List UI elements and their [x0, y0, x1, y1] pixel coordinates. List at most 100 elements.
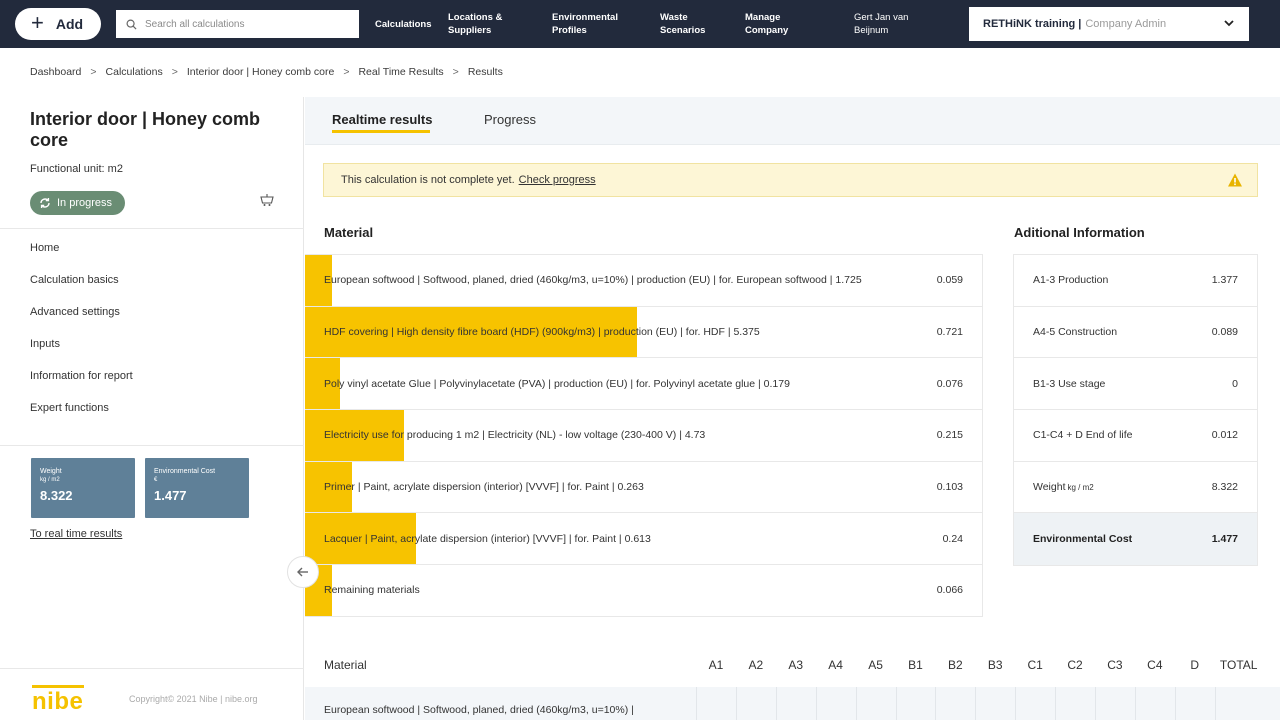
- stage-column-header[interactable]: B3: [975, 658, 1015, 672]
- stage-column-header[interactable]: C4: [1135, 658, 1175, 672]
- logo-text: nibe: [32, 688, 84, 715]
- realtime-results-link[interactable]: To real time results: [30, 528, 122, 540]
- material-value: 0.076: [936, 377, 963, 390]
- env-cost-card-label: Environmental Cost: [154, 468, 216, 475]
- sidebar-item-inputs[interactable]: Inputs: [30, 338, 60, 350]
- info-row: A4-5 Construction 0.089: [1014, 307, 1257, 359]
- sidebar-item-calculation-basics[interactable]: Calculation basics: [30, 274, 119, 286]
- sidebar-item-information-for-report[interactable]: Information for report: [30, 370, 133, 382]
- top-navigation-bar: + Add Calculations Locations &Suppliers …: [0, 0, 1280, 48]
- stage-column-header[interactable]: C1: [1015, 658, 1055, 672]
- breadcrumb: Dashboard > Calculations > Interior door…: [30, 66, 503, 78]
- stage-column-header[interactable]: A3: [776, 658, 816, 672]
- tabs-bar: Realtime results Progress: [305, 97, 1280, 145]
- company-name: RETHiNK training: [983, 18, 1076, 30]
- material-value: 0.066: [936, 584, 963, 597]
- stage-column-header[interactable]: TOTAL: [1215, 658, 1263, 672]
- stage-cell: 0: [975, 687, 1015, 720]
- collapse-sidebar-button[interactable]: [287, 556, 319, 588]
- nav-waste-scenarios[interactable]: Waste Scenarios: [660, 0, 705, 48]
- user-menu[interactable]: Gert Jan van Beijnum: [854, 0, 908, 48]
- material-row: Lacquer | Paint, acrylate dispersion (in…: [305, 513, 982, 566]
- arrow-left-icon: [297, 567, 308, 577]
- material-label: European softwood | Softwood, planed, dr…: [324, 274, 862, 287]
- info-unit: kg / m2: [1067, 482, 1094, 492]
- divider: [0, 228, 304, 229]
- sidebar-item-home[interactable]: Home: [30, 242, 59, 254]
- breadcrumb-realtime[interactable]: Real Time Results: [358, 66, 443, 78]
- material-value: 0.059: [936, 274, 963, 287]
- basket-icon[interactable]: [260, 193, 274, 207]
- warning-icon: [1228, 173, 1242, 187]
- add-button-label: Add: [55, 16, 84, 32]
- status-label: In progress: [57, 197, 113, 209]
- weight-card: Weight kg / m2 8.322: [31, 458, 135, 518]
- info-label: B1-3 Use stage: [1033, 377, 1106, 390]
- breadcrumb-dashboard[interactable]: Dashboard: [30, 66, 81, 78]
- nav-environmental-profiles[interactable]: Environmental Profiles: [552, 0, 618, 48]
- nav-waste-line2: Scenarios: [660, 25, 706, 36]
- info-row: C1-C4 + D End of life 0.012: [1014, 410, 1257, 462]
- status-badge: In progress: [30, 191, 125, 215]
- breadcrumb-calculation[interactable]: Interior door | Honey comb core: [187, 66, 334, 78]
- stage-column-header[interactable]: C2: [1055, 658, 1095, 672]
- active-tab-indicator: [332, 130, 430, 133]
- stage-cell: 0.021: [735, 687, 776, 720]
- environmental-cost-card: Environmental Cost € 1.477: [145, 458, 249, 518]
- search-icon: [126, 19, 137, 30]
- nav-env-line2: Profiles: [552, 25, 587, 36]
- material-value: 0.103: [936, 481, 963, 494]
- stage-cell: 0.005: [815, 687, 856, 720]
- info-label: Weight: [1033, 481, 1066, 494]
- stage-column-header[interactable]: A5: [856, 658, 896, 672]
- material-label: Lacquer | Paint, acrylate dispersion (in…: [324, 532, 651, 545]
- stage-cell: 0: [1015, 687, 1055, 720]
- nav-locations-line1: Locations &: [448, 12, 503, 23]
- breadcrumb-separator: >: [343, 66, 350, 78]
- check-progress-link[interactable]: Check progress: [519, 174, 596, 186]
- info-label: C1-C4 + D End of life: [1033, 429, 1133, 442]
- plus-icon: +: [31, 10, 44, 35]
- stage-column-header[interactable]: B2: [935, 658, 975, 672]
- breadcrumb-separator: >: [171, 66, 178, 78]
- material-row: HDF covering | High density fibre board …: [305, 306, 982, 359]
- stage-column-header[interactable]: D: [1175, 658, 1215, 672]
- material-label: Poly vinyl acetate Glue | Polyvinylaceta…: [324, 377, 790, 390]
- stage-column-header[interactable]: A1: [696, 658, 736, 672]
- stage-cell: 0.002: [775, 687, 816, 720]
- breadcrumb-calculations[interactable]: Calculations: [106, 66, 163, 78]
- chevron-down-icon: [1224, 20, 1234, 27]
- material-value: 0.24: [942, 532, 963, 545]
- material-breakdown-table: European softwood | Softwood, planed, dr…: [305, 254, 983, 617]
- material-value: 0.215: [936, 429, 963, 442]
- sidebar-item-expert-functions[interactable]: Expert functions: [30, 402, 109, 414]
- nav-calculations[interactable]: Calculations: [375, 0, 432, 48]
- material-label: Primer | Paint, acrylate dispersion (int…: [324, 481, 644, 494]
- tab-progress[interactable]: Progress: [484, 112, 536, 127]
- sidebar-item-advanced-settings[interactable]: Advanced settings: [30, 306, 120, 318]
- stage-column-header[interactable]: B1: [896, 658, 936, 672]
- info-row: Weight kg / m2 8.322: [1014, 462, 1257, 514]
- env-cost-card-unit: €: [154, 477, 158, 483]
- material-row: Electricity use for producing 1 m2 | Ele…: [305, 410, 982, 462]
- info-row: A1-3 Production 1.377: [1014, 255, 1257, 307]
- company-role: Company Admin: [1085, 18, 1167, 30]
- tab-realtime-results[interactable]: Realtime results: [332, 112, 432, 127]
- material-label: Remaining materials: [324, 584, 420, 597]
- env-cost-card-value: 1.477: [154, 488, 187, 503]
- nav-manage-company[interactable]: Manage Company: [745, 0, 788, 48]
- material-section-title: Material: [324, 225, 374, 240]
- nav-calculations-label: Calculations: [375, 18, 432, 30]
- nav-locations-suppliers[interactable]: Locations & Suppliers: [448, 0, 502, 48]
- company-select[interactable]: RETHiNK training | Company Admin: [969, 7, 1249, 41]
- info-value: 0.012: [1211, 429, 1238, 442]
- info-value: 1.377: [1211, 274, 1238, 287]
- add-button[interactable]: + Add: [15, 8, 101, 40]
- stage-column-header[interactable]: A2: [736, 658, 776, 672]
- material-value: 0.721: [936, 326, 963, 339]
- stage-column-header[interactable]: C3: [1095, 658, 1135, 672]
- search-input[interactable]: [145, 18, 345, 30]
- stage-column-header[interactable]: A4: [816, 658, 856, 672]
- material-label: Electricity use for producing 1 m2 | Ele…: [324, 429, 706, 442]
- stage-cell: 0: [895, 687, 936, 720]
